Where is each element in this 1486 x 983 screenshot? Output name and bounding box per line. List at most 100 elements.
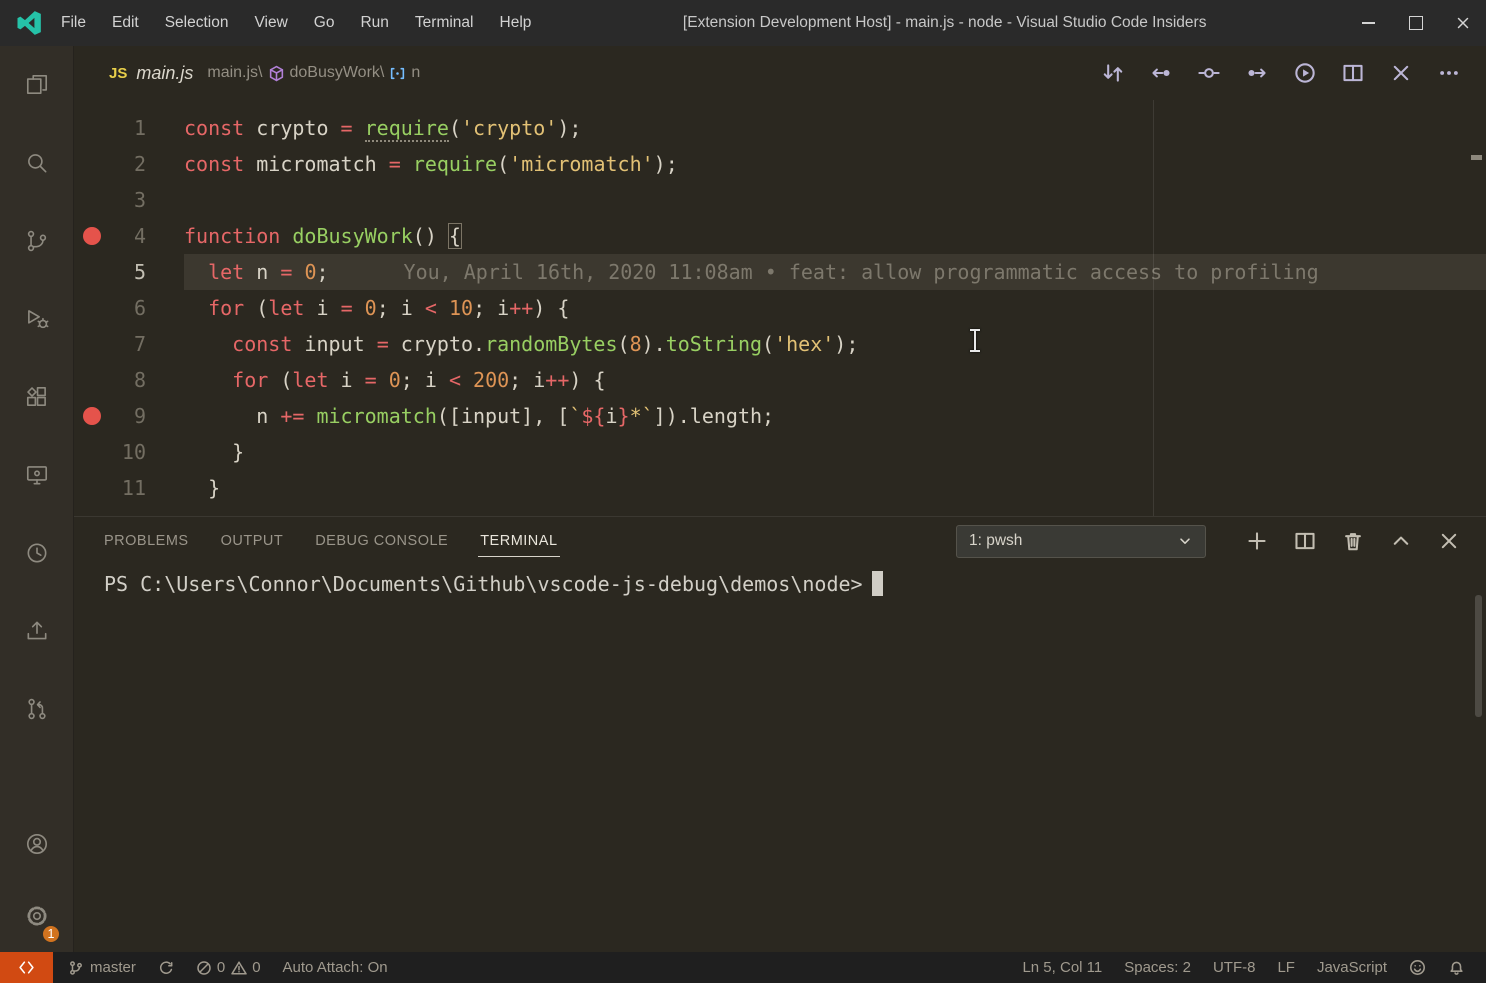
cursor-position-indicator[interactable]: Ln 5, Col 11 [1011, 952, 1113, 983]
code-line[interactable]: 8 for (let i = 0; i < 200; i++) { [74, 362, 1486, 398]
gutter[interactable]: 4 [74, 218, 184, 254]
kill-terminal-button[interactable] [1340, 528, 1366, 554]
maximize-button[interactable] [1392, 0, 1439, 46]
sidebar-item-clock[interactable] [0, 514, 73, 592]
compare-changes-icon[interactable] [1100, 60, 1126, 86]
auto-attach-indicator[interactable]: Auto Attach: On [272, 952, 399, 983]
code-text[interactable] [184, 182, 1486, 218]
editor-tab-main-js[interactable]: main.js [136, 63, 193, 84]
breakpoint[interactable] [83, 227, 101, 245]
close-window-button[interactable] [1439, 0, 1486, 46]
sidebar-item-source-control[interactable] [0, 202, 73, 280]
step-forward-icon[interactable] [1244, 60, 1270, 86]
notifications-button[interactable] [1437, 952, 1476, 983]
breadcrumb-symbol[interactable]: doBusyWork\ [290, 64, 385, 82]
code-line[interactable]: 4function doBusyWork() { [74, 218, 1486, 254]
close-panel-button[interactable] [1436, 528, 1462, 554]
code-text[interactable]: for (let i = 0; i < 10; i++) { [184, 290, 1486, 326]
code-text[interactable]: const crypto = require('crypto'); [184, 110, 1486, 146]
gutter[interactable]: 5 [74, 254, 184, 290]
menu-selection[interactable]: Selection [152, 0, 242, 46]
tab-problems[interactable]: PROBLEMS [102, 526, 191, 556]
gutter[interactable]: 7 [74, 326, 184, 362]
code-text[interactable]: const micromatch = require('micromatch')… [184, 146, 1486, 182]
gutter[interactable]: 1 [74, 110, 184, 146]
sidebar-item-search[interactable] [0, 124, 73, 202]
breakpoint[interactable] [83, 407, 101, 425]
sidebar-item-share[interactable] [0, 592, 73, 670]
code-line[interactable]: 5 let n = 0;You, April 16th, 2020 11:08a… [74, 254, 1486, 290]
gutter[interactable]: 9 [74, 398, 184, 434]
problems-indicator[interactable]: 0 0 [185, 952, 272, 983]
code-text[interactable]: function doBusyWork() { [184, 218, 1486, 254]
code-line[interactable]: 7 const input = crypto.randomBytes(8).to… [74, 326, 1486, 362]
tab-debug-console[interactable]: DEBUG CONSOLE [313, 526, 450, 556]
tab-output[interactable]: OUTPUT [219, 526, 286, 556]
close-editor-icon[interactable] [1388, 60, 1414, 86]
chevron-down-icon [1177, 533, 1193, 549]
code-text[interactable]: for (let i = 0; i < 200; i++) { [184, 362, 1486, 398]
code-line[interactable]: 1const crypto = require('crypto'); [74, 110, 1486, 146]
gutter[interactable]: 6 [74, 290, 184, 326]
code-line[interactable]: 10 } [74, 434, 1486, 470]
menu-run[interactable]: Run [347, 0, 401, 46]
new-terminal-button[interactable] [1244, 528, 1270, 554]
maximize-panel-button[interactable] [1388, 528, 1414, 554]
code-editor[interactable]: 1const crypto = require('crypto');2const… [74, 100, 1486, 516]
code-line[interactable]: 3 [74, 182, 1486, 218]
step-back-icon[interactable] [1148, 60, 1174, 86]
terminal[interactable]: PS C:\Users\Connor\Documents\Github\vsco… [74, 565, 1486, 596]
encoding-indicator[interactable]: UTF-8 [1202, 952, 1267, 983]
code-line[interactable]: 2const micromatch = require('micromatch'… [74, 146, 1486, 182]
code-text[interactable]: n += micromatch([input], [`${i}*`]).leng… [184, 398, 1486, 434]
code-line[interactable]: 6 for (let i = 0; i < 10; i++) { [74, 290, 1486, 326]
code-text[interactable]: } [184, 434, 1486, 470]
code-line[interactable]: 11 } [74, 470, 1486, 506]
menu-view[interactable]: View [241, 0, 300, 46]
code-line[interactable]: 9 n += micromatch([input], [`${i}*`]).le… [74, 398, 1486, 434]
split-editor-icon[interactable] [1340, 60, 1366, 86]
line-number: 11 [122, 470, 146, 506]
feedback-button[interactable] [1398, 952, 1437, 983]
bottom-panel: PROBLEMS OUTPUT DEBUG CONSOLE TERMINAL 1… [74, 516, 1486, 952]
more-actions-icon[interactable] [1436, 60, 1462, 86]
code-text[interactable]: const input = crypto.randomBytes(8).toSt… [184, 326, 1486, 362]
minimize-button[interactable] [1345, 0, 1392, 46]
sidebar-item-account[interactable] [0, 808, 73, 880]
sidebar-item-run-debug[interactable] [0, 280, 73, 358]
gutter[interactable]: 11 [74, 470, 184, 506]
gutter[interactable]: 3 [74, 182, 184, 218]
sidebar-item-pull-request[interactable] [0, 670, 73, 748]
menu-go[interactable]: Go [301, 0, 348, 46]
eol-indicator[interactable]: LF [1266, 952, 1306, 983]
gutter[interactable]: 2 [74, 146, 184, 182]
split-terminal-button[interactable] [1292, 528, 1318, 554]
branch-indicator[interactable]: master [57, 952, 147, 983]
line-number: 6 [134, 290, 146, 326]
sidebar-item-extensions[interactable] [0, 358, 73, 436]
breadcrumb-member[interactable]: n [411, 64, 420, 82]
line-number: 10 [122, 434, 146, 470]
code-text[interactable]: } [184, 470, 1486, 506]
language-indicator[interactable]: JavaScript [1306, 952, 1398, 983]
menu-terminal[interactable]: Terminal [402, 0, 487, 46]
sidebar-item-explorer[interactable] [0, 46, 73, 124]
dash-circle-icon[interactable] [1196, 60, 1222, 86]
editor-actions [1100, 60, 1486, 86]
sidebar-item-remote-monitor[interactable] [0, 436, 73, 514]
gutter[interactable]: 10 [74, 434, 184, 470]
menu-edit[interactable]: Edit [99, 0, 152, 46]
terminal-picker-dropdown[interactable]: 1: pwsh [956, 525, 1206, 558]
code-text[interactable]: let n = 0;You, April 16th, 2020 11:08am … [184, 254, 1486, 290]
remote-indicator[interactable] [0, 952, 53, 983]
menu-file[interactable]: File [48, 0, 99, 46]
indentation-indicator[interactable]: Spaces: 2 [1113, 952, 1202, 983]
gutter[interactable]: 8 [74, 362, 184, 398]
terminal-scrollbar[interactable] [1475, 595, 1482, 717]
sync-indicator[interactable] [147, 952, 185, 983]
play-circle-icon[interactable] [1292, 60, 1318, 86]
tab-terminal[interactable]: TERMINAL [478, 526, 559, 557]
sidebar-item-settings[interactable]: 1 [0, 880, 73, 952]
breadcrumb-file[interactable]: main.js\ [207, 64, 262, 82]
menu-help[interactable]: Help [487, 0, 545, 46]
